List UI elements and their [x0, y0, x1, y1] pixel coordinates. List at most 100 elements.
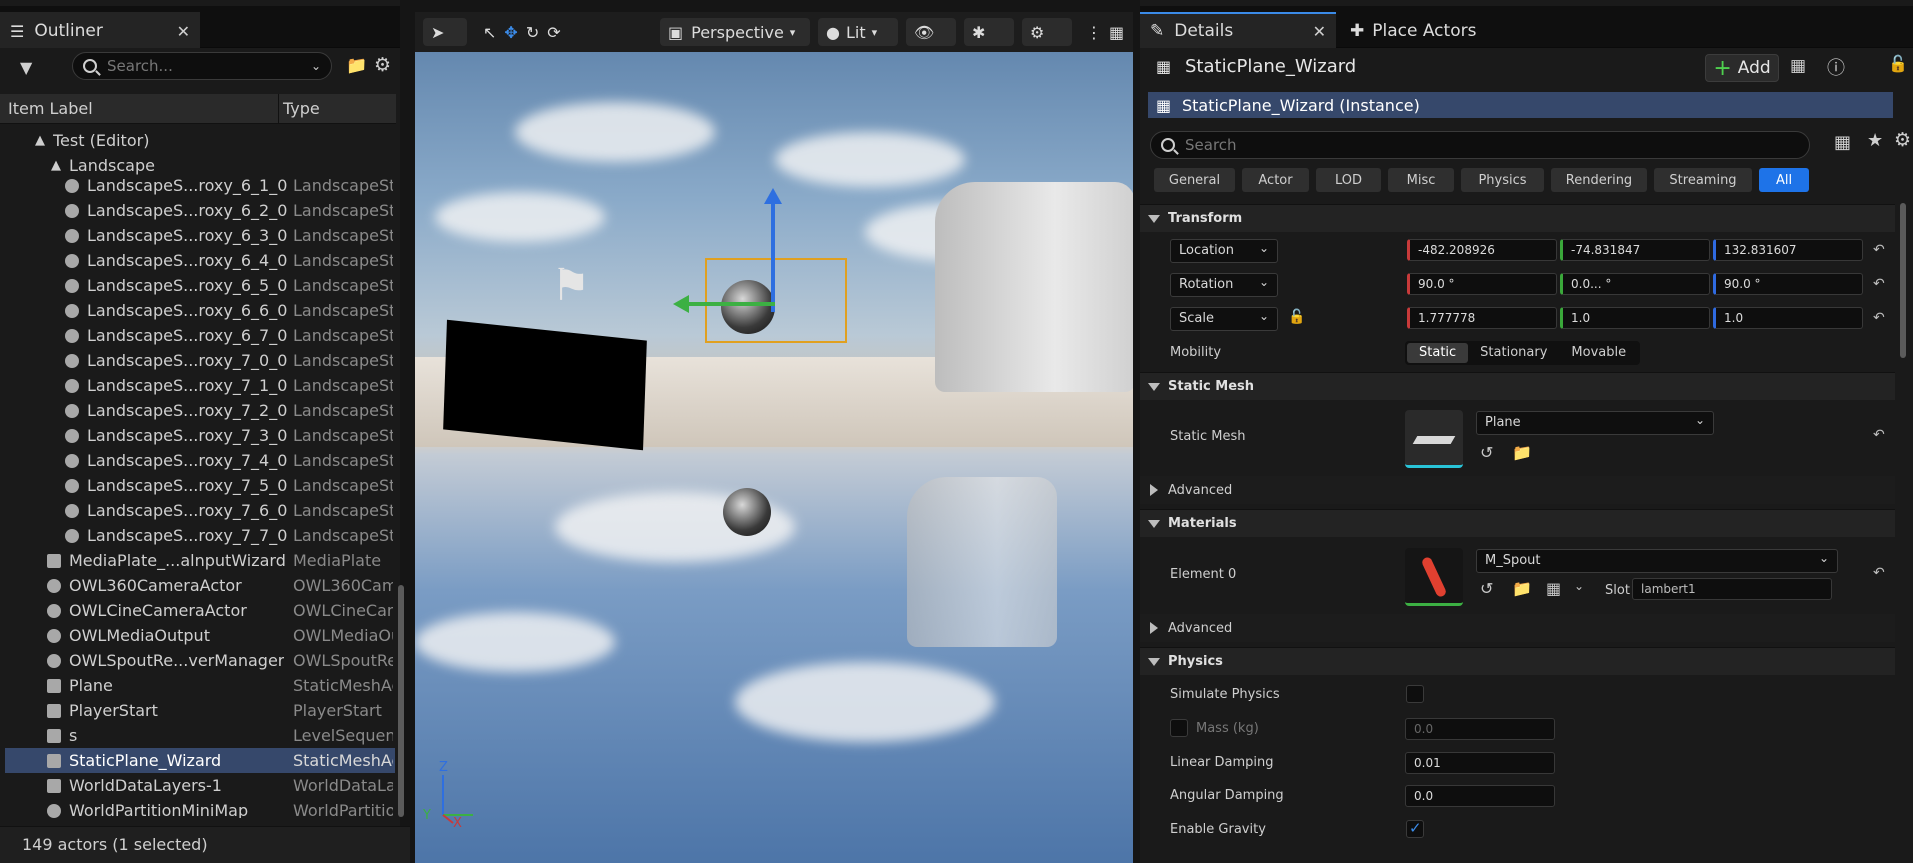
- tab-place-actors[interactable]: ✚ Place Actors: [1340, 12, 1510, 48]
- tab-details[interactable]: ✎ Details ✕: [1140, 12, 1336, 48]
- list-item[interactable]: sLevelSequenc: [5, 723, 395, 748]
- help-icon[interactable]: ⓘ: [1827, 54, 1845, 80]
- angular-damping-field[interactable]: 0.0: [1405, 785, 1555, 807]
- lock-icon[interactable]: 🔓: [1288, 309, 1305, 325]
- reset-icon[interactable]: ↶: [1873, 310, 1885, 326]
- component-instance-row[interactable]: ▦ StaticPlane_Wizard (Instance): [1148, 92, 1893, 118]
- robot-mesh[interactable]: [721, 280, 775, 334]
- mobility-stationary[interactable]: Stationary: [1468, 343, 1559, 363]
- show-dropdown[interactable]: 👁: [906, 18, 956, 46]
- move-icon[interactable]: ✥: [504, 23, 517, 42]
- static-mesh-advanced[interactable]: Advanced: [1140, 476, 1895, 504]
- list-item[interactable]: WorldPartitionMiniMap WorldPartitio: [5, 798, 395, 818]
- static-mesh-section-header[interactable]: Static Mesh: [1140, 372, 1895, 400]
- location-z-field[interactable]: 132.831607: [1713, 239, 1863, 261]
- gizmo-y-axis[interactable]: [673, 295, 775, 313]
- tab-lod[interactable]: LOD: [1316, 168, 1381, 192]
- browse-icon[interactable]: 📁: [1512, 579, 1532, 598]
- list-item[interactable]: LandscapeS...roxy_7_1_0 LandscapeSt: [5, 373, 395, 398]
- list-item[interactable]: StaticPlane_Wizard StaticMeshAc: [5, 748, 395, 773]
- rotation-z-field[interactable]: 90.0 °: [1713, 273, 1863, 295]
- list-item[interactable]: PlayerStart PlayerStart: [5, 698, 395, 723]
- reset-icon[interactable]: ↶: [1873, 427, 1885, 443]
- rotation-x-field[interactable]: 90.0 °: [1407, 273, 1557, 295]
- materials-section-header[interactable]: Materials: [1140, 509, 1895, 537]
- close-icon[interactable]: ✕: [1313, 22, 1326, 41]
- checker-icon[interactable]: ▦: [1546, 579, 1561, 598]
- materials-advanced[interactable]: Advanced: [1140, 614, 1895, 642]
- reset-icon[interactable]: ↶: [1873, 242, 1885, 258]
- scale-x-field[interactable]: 1.777778: [1407, 307, 1557, 329]
- location-dropdown[interactable]: Location ⌄: [1170, 239, 1278, 263]
- material-thumbnail[interactable]: [1405, 548, 1463, 606]
- cylinder-mesh[interactable]: [935, 182, 1133, 392]
- simulate-physics-checkbox[interactable]: [1406, 685, 1424, 703]
- mobility-movable[interactable]: Movable: [1559, 343, 1638, 363]
- scale-dropdown[interactable]: Scale ⌄: [1170, 307, 1278, 331]
- list-item[interactable]: LandscapeS...roxy_7_6_0 LandscapeSt: [5, 498, 395, 523]
- add-component-button[interactable]: + Add: [1705, 54, 1779, 82]
- material-dropdown[interactable]: M_Spout ⌄: [1476, 549, 1838, 573]
- list-item[interactable]: LandscapeS...roxy_6_4_0 LandscapeSt: [5, 248, 395, 273]
- use-selected-icon[interactable]: ↺: [1480, 579, 1493, 598]
- star-icon[interactable]: ★: [1867, 130, 1883, 151]
- location-y-field[interactable]: -74.831847: [1560, 239, 1710, 261]
- list-item[interactable]: LandscapeS...roxy_7_3_0 LandscapeSt: [5, 423, 395, 448]
- outliner-scrollbar[interactable]: [398, 585, 404, 817]
- chevron-down-icon[interactable]: ⌄: [1574, 579, 1584, 593]
- tab-physics[interactable]: Physics: [1461, 168, 1544, 192]
- layout-button[interactable]: ▦: [1101, 18, 1129, 46]
- location-x-field[interactable]: -482.208926: [1407, 239, 1557, 261]
- linear-damping-field[interactable]: 0.01: [1405, 752, 1555, 774]
- list-item[interactable]: LandscapeS...roxy_6_6_0 LandscapeSt: [5, 298, 395, 323]
- transform-tools[interactable]: ↖ ✥ ↻ ⟳: [475, 18, 587, 46]
- blueprint-icon[interactable]: ▦: [1790, 56, 1806, 76]
- list-item[interactable]: LandscapeS...roxy_7_4_0 LandscapeSt: [5, 448, 395, 473]
- details-scrollbar[interactable]: [1900, 203, 1906, 358]
- black-plane-mesh[interactable]: [443, 319, 647, 451]
- chevron-down-icon[interactable]: ⌄: [311, 59, 321, 73]
- outliner-search-input[interactable]: Search... ⌄: [72, 52, 332, 80]
- list-item[interactable]: OWL360CameraActor OWL360Cam: [5, 573, 395, 598]
- list-item[interactable]: OWLSpoutRe...verManager OWLSpoutRe: [5, 648, 395, 673]
- tab-outliner[interactable]: ☰ Outliner ✕: [0, 12, 200, 48]
- tab-all[interactable]: All: [1759, 168, 1809, 192]
- realtime-dropdown[interactable]: ✱: [964, 18, 1014, 46]
- list-item[interactable]: LandscapeS...roxy_6_2_0 LandscapeSt: [5, 198, 395, 223]
- scale-z-field[interactable]: 1.0: [1713, 307, 1863, 329]
- scale-icon[interactable]: ⟳: [547, 23, 560, 42]
- list-item[interactable]: OWLMediaOutput OWLMediaOu: [5, 623, 395, 648]
- gizmo-z-axis[interactable]: [764, 188, 782, 312]
- mesh-thumbnail[interactable]: [1405, 410, 1463, 468]
- enable-gravity-checkbox[interactable]: [1406, 819, 1424, 838]
- gear-icon[interactable]: ⚙: [374, 54, 391, 76]
- mobility-static[interactable]: Static: [1407, 343, 1469, 363]
- list-item[interactable]: LandscapeS...roxy_7_5_0 LandscapeSt: [5, 473, 395, 498]
- transform-section-header[interactable]: Transform: [1140, 204, 1895, 232]
- folder-add-icon[interactable]: 📁: [346, 56, 367, 76]
- list-item[interactable]: WorldDataLayers-1WorldDataLay: [5, 773, 395, 798]
- list-item[interactable]: ▲ Test (Editor): [5, 128, 395, 153]
- tab-misc[interactable]: Misc: [1388, 168, 1454, 192]
- list-item[interactable]: MediaPlate_...alnputWizard MediaPlate: [5, 548, 395, 573]
- static-mesh-dropdown[interactable]: Plane ⌄: [1476, 411, 1714, 435]
- reset-icon[interactable]: ↶: [1873, 276, 1885, 292]
- list-item[interactable]: LandscapeS...roxy_7_7_0 LandscapeSt: [5, 523, 395, 548]
- slot-field[interactable]: lambert1: [1632, 578, 1832, 600]
- browse-icon[interactable]: 📁: [1512, 443, 1532, 462]
- tab-general[interactable]: General: [1154, 168, 1235, 192]
- select-mode-button[interactable]: ➤: [423, 18, 467, 46]
- reset-icon[interactable]: ↶: [1873, 565, 1885, 581]
- gear-icon[interactable]: ⚙: [1894, 129, 1911, 151]
- scale-y-field[interactable]: 1.0: [1560, 307, 1710, 329]
- lit-dropdown[interactable]: ● Lit ▾: [818, 18, 898, 46]
- column-item-label[interactable]: Item Label: [8, 99, 93, 118]
- settings-dropdown[interactable]: ⚙: [1022, 18, 1072, 46]
- tab-streaming[interactable]: Streaming: [1654, 168, 1752, 192]
- more-options-button[interactable]: ⋮: [1078, 18, 1102, 46]
- details-search-input[interactable]: Search: [1150, 131, 1810, 159]
- list-item[interactable]: LandscapeS...roxy_7_2_0 LandscapeSt: [5, 398, 395, 423]
- tab-rendering[interactable]: Rendering: [1551, 168, 1647, 192]
- close-icon[interactable]: ✕: [177, 22, 190, 41]
- actor-name[interactable]: StaticPlane_Wizard: [1185, 56, 1356, 77]
